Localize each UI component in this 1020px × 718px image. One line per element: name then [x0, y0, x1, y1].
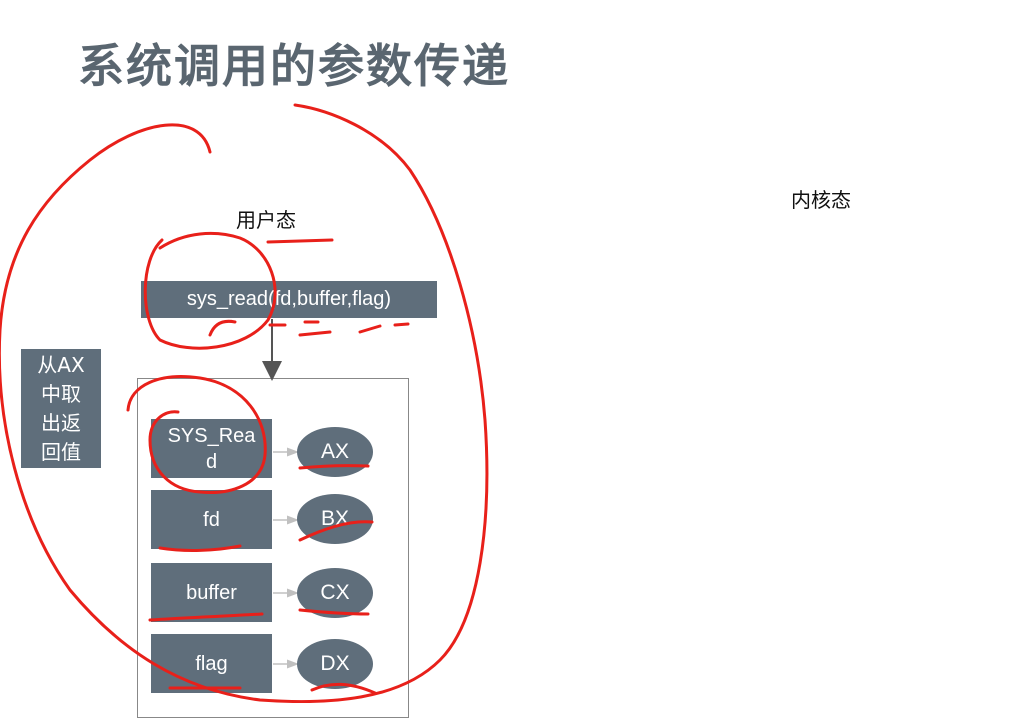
annotation-underline	[310, 682, 377, 695]
annotation-underline	[298, 520, 374, 542]
annotation-underline	[298, 608, 370, 616]
annotation-dash	[208, 319, 237, 337]
annotation-layer	[0, 103, 489, 703]
annotation-circle-sys-read-param	[126, 375, 267, 495]
annotation-large-loop	[0, 103, 489, 703]
annotation-underline	[148, 612, 264, 622]
annotation-dash	[298, 330, 332, 337]
annotation-underline	[266, 238, 334, 244]
annotation-dash	[393, 322, 410, 327]
annotation-dash	[358, 324, 382, 334]
annotation-underline	[298, 464, 370, 470]
annotation-underline	[158, 544, 242, 552]
